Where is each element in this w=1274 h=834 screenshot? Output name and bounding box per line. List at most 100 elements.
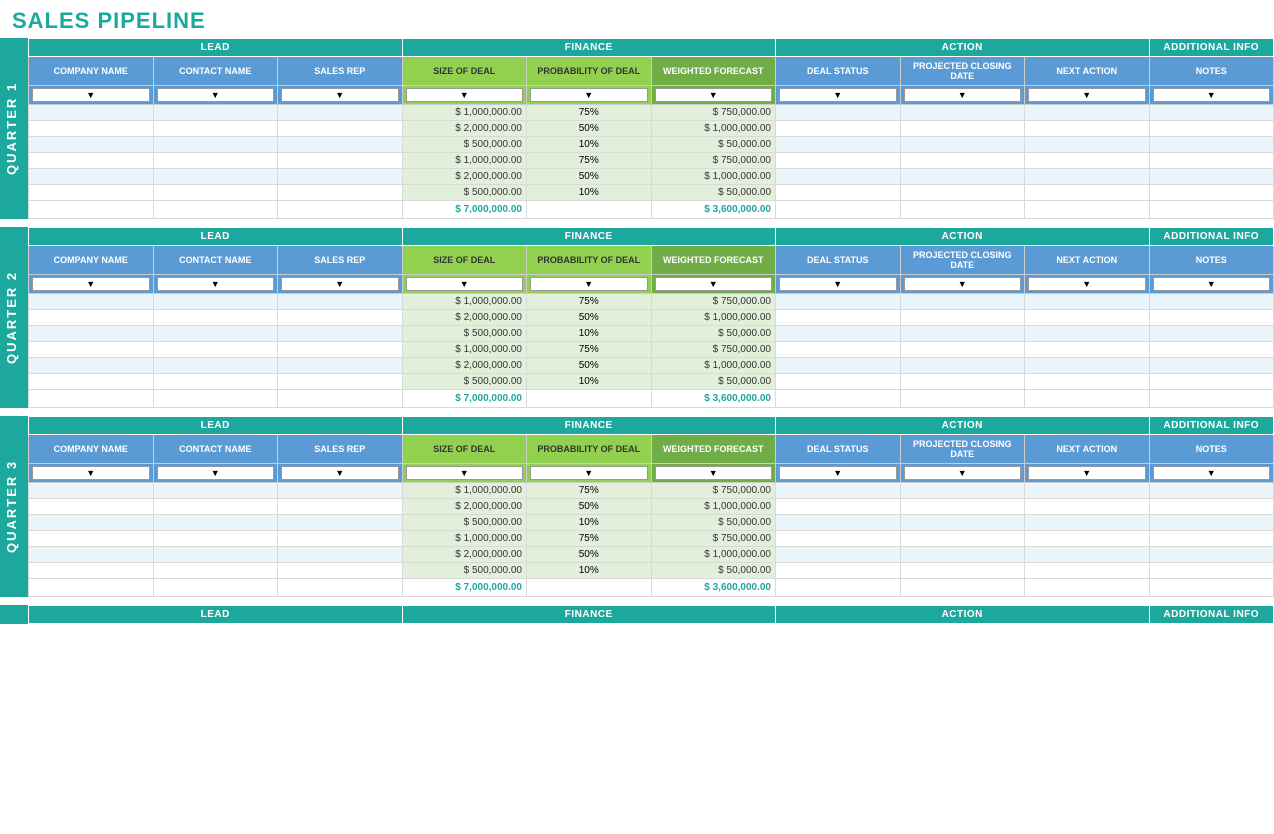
filter-btn-6[interactable]: ▼: [779, 466, 897, 480]
weighted-forecast-cell: $ 750,000.00: [651, 342, 776, 358]
filter-btn-2[interactable]: ▼: [281, 277, 399, 291]
col-header-7: PROJECTED CLOSING DATE: [900, 435, 1025, 464]
weighted-forecast-cell: $ 750,000.00: [651, 153, 776, 169]
table-row: $ 1,000,000.0075%$ 750,000.00: [29, 294, 1274, 310]
filter-btn-9[interactable]: ▼: [1153, 466, 1271, 480]
action-cell-0: [776, 547, 901, 563]
filter-btn-7[interactable]: ▼: [904, 88, 1022, 102]
probability-cell: 10%: [527, 185, 652, 201]
filter-btn-8[interactable]: ▼: [1028, 466, 1146, 480]
col-header-9: NOTES: [1149, 246, 1274, 275]
filter-btn-4[interactable]: ▼: [530, 88, 648, 102]
size-of-deal-cell: $ 500,000.00: [402, 137, 527, 153]
probability-cell: 10%: [527, 563, 652, 579]
filter-btn-0[interactable]: ▼: [32, 466, 150, 480]
weighted-forecast-cell: $ 50,000.00: [651, 185, 776, 201]
filter-btn-7[interactable]: ▼: [904, 277, 1022, 291]
action-cell-2: [1025, 169, 1150, 185]
filter-btn-3[interactable]: ▼: [406, 88, 524, 102]
filter-btn-3[interactable]: ▼: [406, 466, 524, 480]
col-header-5: WEIGHTED FORECAST: [651, 435, 776, 464]
filter-btn-1[interactable]: ▼: [157, 88, 275, 102]
empty-cell-1: [153, 169, 278, 185]
filter-btn-5[interactable]: ▼: [655, 277, 773, 291]
filter-btn-4[interactable]: ▼: [530, 277, 648, 291]
empty-cell-0: [29, 137, 154, 153]
filter-btn-6[interactable]: ▼: [779, 88, 897, 102]
action-cell-3: [1149, 342, 1274, 358]
weighted-forecast-cell: $ 750,000.00: [651, 105, 776, 121]
col-header-1: CONTACT NAME: [153, 57, 278, 86]
empty-cell-0: [29, 121, 154, 137]
size-of-deal-cell: $ 1,000,000.00: [402, 153, 527, 169]
action-cell-1: [900, 153, 1025, 169]
probability-cell: 75%: [527, 342, 652, 358]
empty-cell-1: [153, 137, 278, 153]
filter-btn-0[interactable]: ▼: [32, 88, 150, 102]
table-row: $ 500,000.0010%$ 50,000.00: [29, 515, 1274, 531]
filter-btn-1[interactable]: ▼: [157, 466, 275, 480]
col-header-3: SIZE OF DEAL: [402, 57, 527, 86]
action-cell-3: [1149, 563, 1274, 579]
lead-section-header: LEAD: [29, 606, 403, 624]
filter-btn-4[interactable]: ▼: [530, 466, 648, 480]
col-header-9: NOTES: [1149, 57, 1274, 86]
section-header-3: ADDITIONAL INFO: [1149, 228, 1274, 246]
empty-cell-1: [153, 499, 278, 515]
filter-btn-6[interactable]: ▼: [779, 277, 897, 291]
filter-btn-0[interactable]: ▼: [32, 277, 150, 291]
col-header-6: DEAL STATUS: [776, 57, 901, 86]
filter-btn-5[interactable]: ▼: [655, 88, 773, 102]
filter-btn-9[interactable]: ▼: [1153, 88, 1271, 102]
table-row: $ 2,000,000.0050%$ 1,000,000.00: [29, 547, 1274, 563]
col-header-2: SALES REP: [278, 435, 403, 464]
filter-btn-5[interactable]: ▼: [655, 466, 773, 480]
weighted-forecast-cell: $ 1,000,000.00: [651, 547, 776, 563]
col-header-4: PROBABILITY OF DEAL: [527, 57, 652, 86]
empty-cell-2: [278, 563, 403, 579]
col-header-2: SALES REP: [278, 246, 403, 275]
filter-btn-8[interactable]: ▼: [1028, 277, 1146, 291]
action-cell-2: [1025, 342, 1150, 358]
weighted-forecast-cell: $ 750,000.00: [651, 531, 776, 547]
col-header-1: CONTACT NAME: [153, 435, 278, 464]
action-cell-2: [1025, 547, 1150, 563]
size-of-deal-cell: $ 500,000.00: [402, 374, 527, 390]
probability-cell: 10%: [527, 326, 652, 342]
action-cell-0: [776, 483, 901, 499]
filter-btn-2[interactable]: ▼: [281, 466, 399, 480]
empty-cell-0: [29, 326, 154, 342]
col-header-3: SIZE OF DEAL: [402, 246, 527, 275]
action-cell-3: [1149, 374, 1274, 390]
empty-cell-1: [153, 342, 278, 358]
table-row: $ 500,000.0010%$ 50,000.00: [29, 374, 1274, 390]
empty-cell-1: [153, 483, 278, 499]
filter-btn-2[interactable]: ▼: [281, 88, 399, 102]
action-cell-0: [776, 105, 901, 121]
weighted-forecast-cell: $ 1,000,000.00: [651, 358, 776, 374]
empty-cell-0: [29, 531, 154, 547]
filter-btn-9[interactable]: ▼: [1153, 277, 1271, 291]
col-header-3: SIZE OF DEAL: [402, 435, 527, 464]
size-of-deal-cell: $ 2,000,000.00: [402, 358, 527, 374]
probability-cell: 75%: [527, 483, 652, 499]
action-cell-0: [776, 121, 901, 137]
empty-cell-1: [153, 515, 278, 531]
action-cell-1: [900, 121, 1025, 137]
filter-btn-7[interactable]: ▼: [904, 466, 1022, 480]
empty-cell-0: [29, 483, 154, 499]
empty-cell-2: [278, 547, 403, 563]
quarter-1-label: QUARTER 1: [0, 38, 28, 219]
action-cell-1: [900, 294, 1025, 310]
action-cell-3: [1149, 121, 1274, 137]
col-header-5: WEIGHTED FORECAST: [651, 57, 776, 86]
action-cell-3: [1149, 310, 1274, 326]
filter-btn-1[interactable]: ▼: [157, 277, 275, 291]
filter-btn-8[interactable]: ▼: [1028, 88, 1146, 102]
col-header-8: NEXT ACTION: [1025, 435, 1150, 464]
page-title: SALES PIPELINE: [0, 0, 1274, 38]
action-cell-3: [1149, 483, 1274, 499]
filter-btn-3[interactable]: ▼: [406, 277, 524, 291]
probability-cell: 50%: [527, 310, 652, 326]
section-header-0: LEAD: [29, 417, 403, 435]
